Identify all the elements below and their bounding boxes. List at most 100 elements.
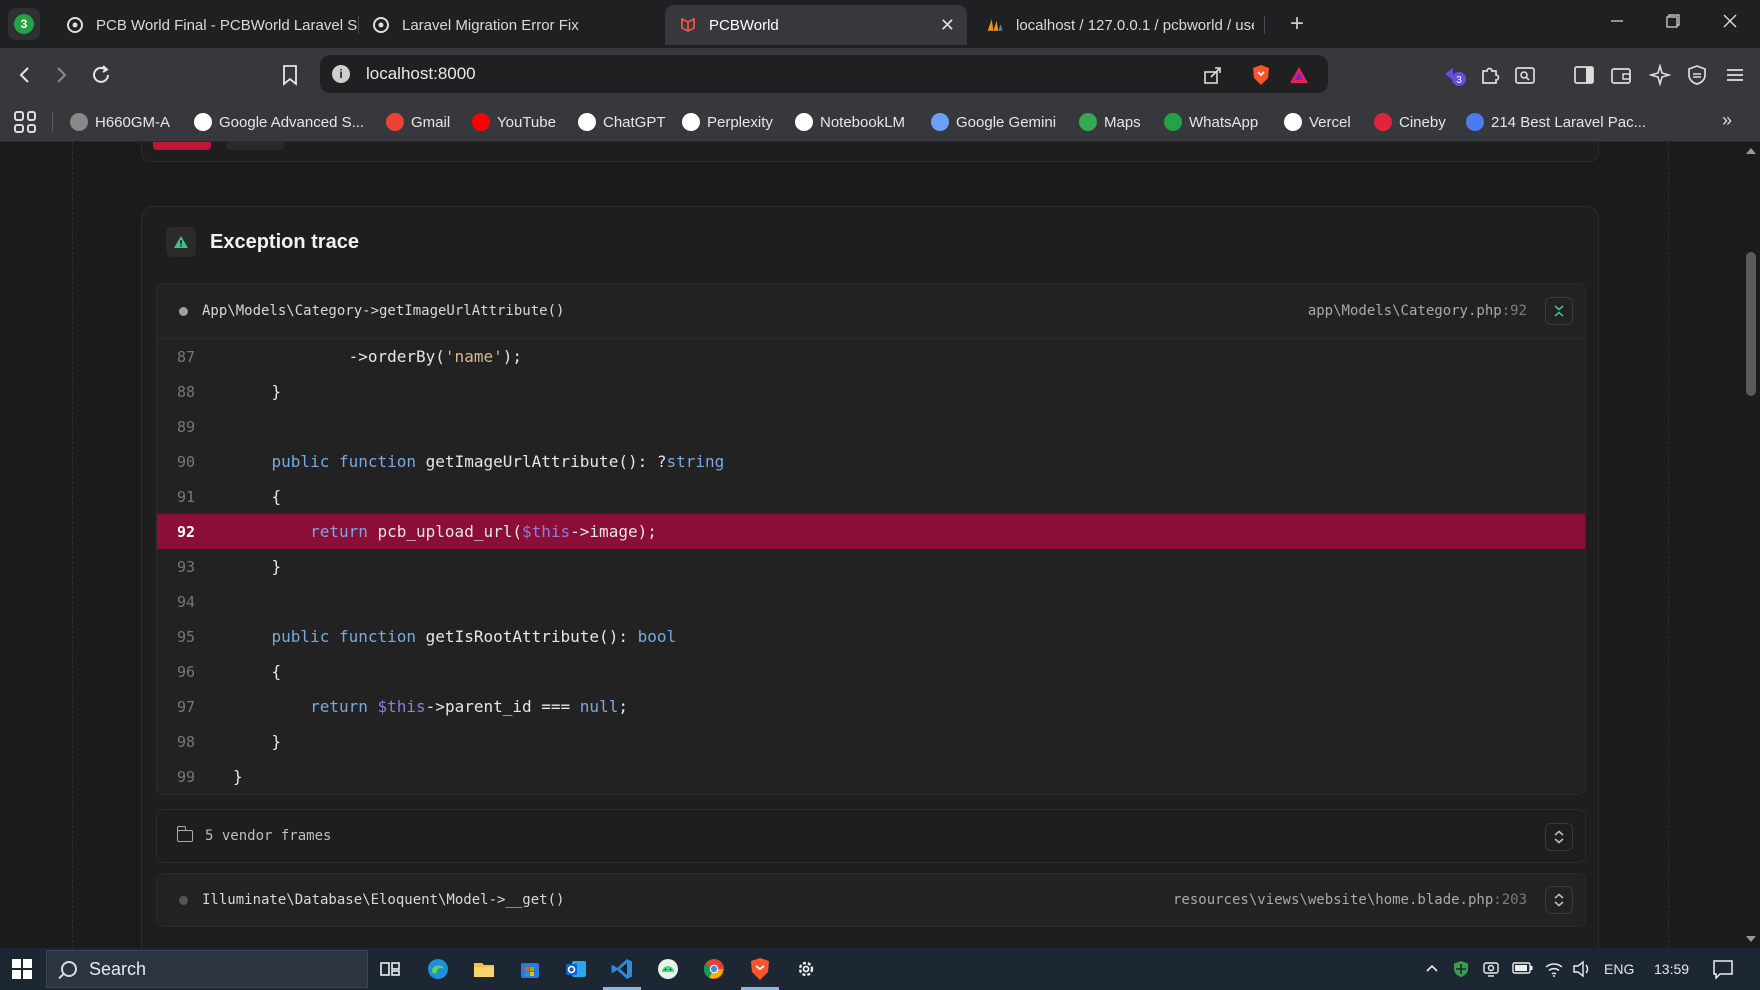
line-number: 97: [177, 697, 196, 716]
sidebar-icon[interactable]: [1571, 62, 1597, 88]
task-view-icon[interactable]: [378, 957, 402, 981]
expand-vendor-frames-button[interactable]: [1545, 823, 1573, 851]
line-number: 99: [177, 767, 196, 786]
wifi-icon[interactable]: [1544, 960, 1564, 981]
file-explorer-icon[interactable]: [472, 957, 496, 981]
tab-phpmyadmin[interactable]: localhost / 127.0.0.1 / pcbworld / use: [972, 5, 1268, 45]
bookmark-chatgpt[interactable]: ChatGPT: [578, 110, 666, 134]
extension-badge-icon[interactable]: 3: [1442, 62, 1468, 88]
chrome-icon[interactable]: [702, 957, 726, 981]
restore-icon[interactable]: [1666, 12, 1680, 33]
code-text: }: [233, 557, 282, 576]
bookmark-youtube[interactable]: YouTube: [472, 110, 556, 134]
bookmark-214-best-laravel-pac[interactable]: 214 Best Laravel Pac...: [1466, 110, 1646, 134]
microsoft-store-icon[interactable]: [518, 957, 542, 981]
security-shield-icon[interactable]: [1452, 960, 1470, 981]
edge-icon[interactable]: [426, 957, 450, 981]
scroll-down-arrow-icon[interactable]: [1746, 936, 1756, 942]
bookmark-whatsapp[interactable]: WhatsApp: [1164, 110, 1258, 134]
code-line: 94: [157, 584, 1585, 619]
tab-pcbworld[interactable]: PCBWorld ✕: [665, 5, 967, 45]
close-window-icon[interactable]: [1723, 12, 1737, 33]
scroll-up-arrow-icon[interactable]: [1746, 148, 1756, 154]
tab-title: PCB World Final - PCBWorld Laravel S: [96, 16, 358, 34]
vendor-frames-row[interactable]: 5 vendor frames: [156, 809, 1586, 863]
bookmark-cineby[interactable]: Cineby: [1374, 110, 1446, 134]
settings-gear-icon[interactable]: [794, 957, 818, 981]
webcam-icon[interactable]: [1482, 960, 1500, 981]
notebooklm-icon: [795, 113, 813, 131]
tab-laravel-migration[interactable]: Laravel Migration Error Fix: [358, 5, 658, 45]
frame-file: app\Models\Category.php:92: [1308, 303, 1527, 319]
windows-start-icon[interactable]: [12, 959, 32, 979]
bookmark-icon[interactable]: [277, 62, 303, 88]
forward-icon[interactable]: [48, 62, 74, 88]
vpn-icon[interactable]: [1684, 62, 1710, 88]
previous-section-tag: [226, 142, 284, 150]
bookmark-h660gm-a[interactable]: H660GM-A: [70, 110, 170, 134]
gmail-icon: [386, 113, 404, 131]
brave-rewards-icon[interactable]: [1288, 64, 1310, 86]
clock[interactable]: 13:59: [1654, 961, 1689, 977]
vscode-icon[interactable]: [610, 957, 634, 981]
code-line: 90 public function getImageUrlAttribute(…: [157, 444, 1585, 479]
outlook-icon[interactable]: [564, 957, 588, 981]
menu-icon[interactable]: [1722, 62, 1748, 88]
taskbar-search[interactable]: Search: [46, 950, 368, 988]
apps-grid-icon[interactable]: [14, 111, 36, 133]
bookmark-label: H660GM-A: [95, 113, 171, 131]
trace-frame-next[interactable]: Illuminate\Database\Eloquent\Model->__ge…: [156, 873, 1586, 927]
extensions-puzzle-icon[interactable]: [1477, 62, 1503, 88]
bookmark-google-advanced-s[interactable]: Google Advanced S...: [194, 110, 364, 134]
reload-icon[interactable]: [88, 62, 114, 88]
tab-title: localhost / 127.0.0.1 / pcbworld / use: [1016, 16, 1254, 34]
volume-icon[interactable]: [1572, 960, 1592, 981]
tray-chevron-up-icon[interactable]: [1424, 960, 1440, 979]
bookmark-vercel[interactable]: Vercel: [1284, 110, 1351, 134]
screenshot-icon[interactable]: [1512, 62, 1538, 88]
close-tab-icon[interactable]: ✕: [940, 15, 955, 36]
previous-section-badge: [153, 142, 211, 150]
scrollbar-thumb[interactable]: [1746, 252, 1756, 396]
bookmarks-bar: H660GM-A Google Advanced S... Gmail YouTube…: [0, 102, 1760, 142]
new-tab-button[interactable]: +: [1290, 12, 1304, 36]
code-text: {: [233, 662, 282, 681]
url-text[interactable]: localhost:8000: [366, 64, 476, 84]
tab-pcb-world-final[interactable]: PCB World Final - PCBWorld Laravel S: [52, 5, 374, 45]
back-icon[interactable]: [12, 62, 38, 88]
language-indicator[interactable]: ENG: [1604, 961, 1634, 977]
page-scrollbar[interactable]: [1742, 142, 1760, 948]
notifications-icon[interactable]: [1712, 959, 1734, 982]
bookmark-google-gemini[interactable]: Google Gemini: [931, 110, 1056, 134]
more-bookmarks-icon[interactable]: »: [1722, 110, 1732, 131]
browser-tab-strip: 3 PCB World Final - PCBWorld Laravel S L…: [0, 0, 1760, 48]
brave-shields-icon[interactable]: [1250, 64, 1272, 86]
bookmark-maps[interactable]: Maps: [1079, 110, 1141, 134]
trace-frame-header[interactable]: App\Models\Category->getImageUrlAttribut…: [157, 284, 1585, 338]
wallet-icon[interactable]: [1608, 62, 1634, 88]
leo-ai-icon[interactable]: [1647, 62, 1673, 88]
battery-icon[interactable]: [1512, 960, 1534, 979]
bookmark-gmail[interactable]: Gmail: [386, 110, 450, 134]
openai-icon: [578, 113, 596, 131]
laravel-icon: [679, 16, 697, 34]
profile-button[interactable]: 3: [8, 8, 40, 40]
frame-call: App\Models\Category->getImageUrlAttribut…: [202, 303, 565, 319]
taskbar-search-placeholder: Search: [89, 958, 147, 979]
minimize-icon[interactable]: [1610, 12, 1624, 33]
laravel-news-icon: [1466, 113, 1484, 131]
address-bar[interactable]: i localhost:8000: [320, 55, 1328, 93]
site-info-icon[interactable]: i: [332, 65, 350, 83]
collapse-frame-button[interactable]: [1545, 297, 1573, 325]
android-studio-icon[interactable]: [656, 957, 680, 981]
share-icon[interactable]: [1202, 64, 1224, 86]
bookmark-perplexity[interactable]: Perplexity: [682, 110, 773, 134]
expand-frame-button[interactable]: [1545, 886, 1573, 914]
line-number: 88: [177, 382, 196, 401]
brave-icon[interactable]: [748, 957, 772, 981]
vercel-icon: [1284, 113, 1302, 131]
bookmark-notebooklm[interactable]: NotebookLM: [795, 110, 905, 134]
exception-trace-header: Exception trace: [166, 227, 359, 257]
google-icon: [194, 113, 212, 131]
extension-badge-count: 3: [1456, 75, 1462, 86]
